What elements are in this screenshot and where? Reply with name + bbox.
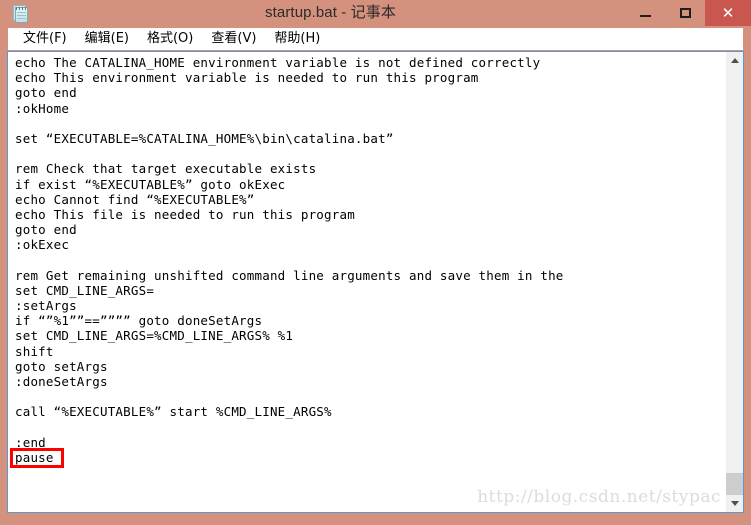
notepad-window: startup.bat - 记事本 ✕ 文件(F) 编辑(E) 格式(O) 查看… <box>0 0 751 525</box>
chevron-down-icon <box>730 501 739 506</box>
code-line: goto end <box>15 222 77 238</box>
code-line: :setArgs <box>15 298 77 313</box>
minimize-icon <box>639 15 651 17</box>
code-line: :okHome <box>15 100 70 116</box>
code-line: :okExec <box>15 237 70 253</box>
code-line: set CMD_LINE_ARGS= <box>15 282 155 298</box>
code-line: if exist “%EXECUTABLE%” goto okExec <box>15 176 286 192</box>
code-line: rem Get remaining unshifted command line… <box>15 267 564 283</box>
menu-item-view[interactable]: 查看(V) <box>202 29 265 49</box>
menu-item-help[interactable]: 帮助(H) <box>265 29 329 49</box>
code-line: echo Cannot find “%EXECUTABLE%” <box>15 191 255 207</box>
maximize-button[interactable] <box>665 0 705 26</box>
close-icon: ✕ <box>721 4 735 22</box>
code-line: rem Check that target executable exists <box>15 161 317 177</box>
annotation-box <box>10 447 64 468</box>
window-controls: ✕ <box>625 0 751 26</box>
maximize-icon <box>679 8 691 18</box>
code-line: set CMD_LINE_ARGS=%CMD_LINE_ARGS% %1 <box>15 328 294 344</box>
menu-item-edit[interactable]: 编辑(E) <box>76 29 138 49</box>
text-editor-area[interactable]: echo The CATALINA_HOME environment varia… <box>8 52 726 512</box>
minimize-button[interactable] <box>625 0 665 26</box>
scrollbar-thumb[interactable] <box>726 473 743 495</box>
code-line: echo The CATALINA_HOME environment varia… <box>15 55 541 70</box>
watermark-text: http://blog.csdn.net/stypac <box>477 487 721 507</box>
code-line: call “%EXECUTABLE%” start %CMD_LINE_ARGS… <box>15 404 332 420</box>
code-line: :end <box>15 434 46 450</box>
code-line: set “EXECUTABLE=%CATALINA_HOME%\bin\cata… <box>15 130 394 146</box>
code-line: if “”%1””==”””” goto doneSetArgs <box>15 313 263 329</box>
menu-item-file[interactable]: 文件(F) <box>14 29 76 49</box>
scroll-up-button[interactable] <box>726 52 743 69</box>
chevron-up-icon <box>730 58 739 63</box>
menu-bar: 文件(F) 编辑(E) 格式(O) 查看(V) 帮助(H) <box>8 28 743 50</box>
vertical-scrollbar[interactable] <box>726 52 743 512</box>
menu-item-format[interactable]: 格式(O) <box>138 29 202 49</box>
code-line: echo This file is needed to run this pro… <box>15 206 355 222</box>
code-line: goto end <box>15 85 77 101</box>
scroll-down-button[interactable] <box>726 495 743 512</box>
code-line: shift <box>15 343 54 359</box>
editor-frame: echo The CATALINA_HOME environment varia… <box>7 51 744 513</box>
code-line: :doneSetArgs <box>15 373 108 389</box>
code-line: echo This environment variable is needed… <box>15 70 479 86</box>
code-line: goto setArgs <box>15 358 108 374</box>
title-bar[interactable]: startup.bat - 记事本 ✕ <box>0 0 751 26</box>
close-button[interactable]: ✕ <box>705 0 751 26</box>
highlighted-code-line: pause <box>10 447 726 468</box>
